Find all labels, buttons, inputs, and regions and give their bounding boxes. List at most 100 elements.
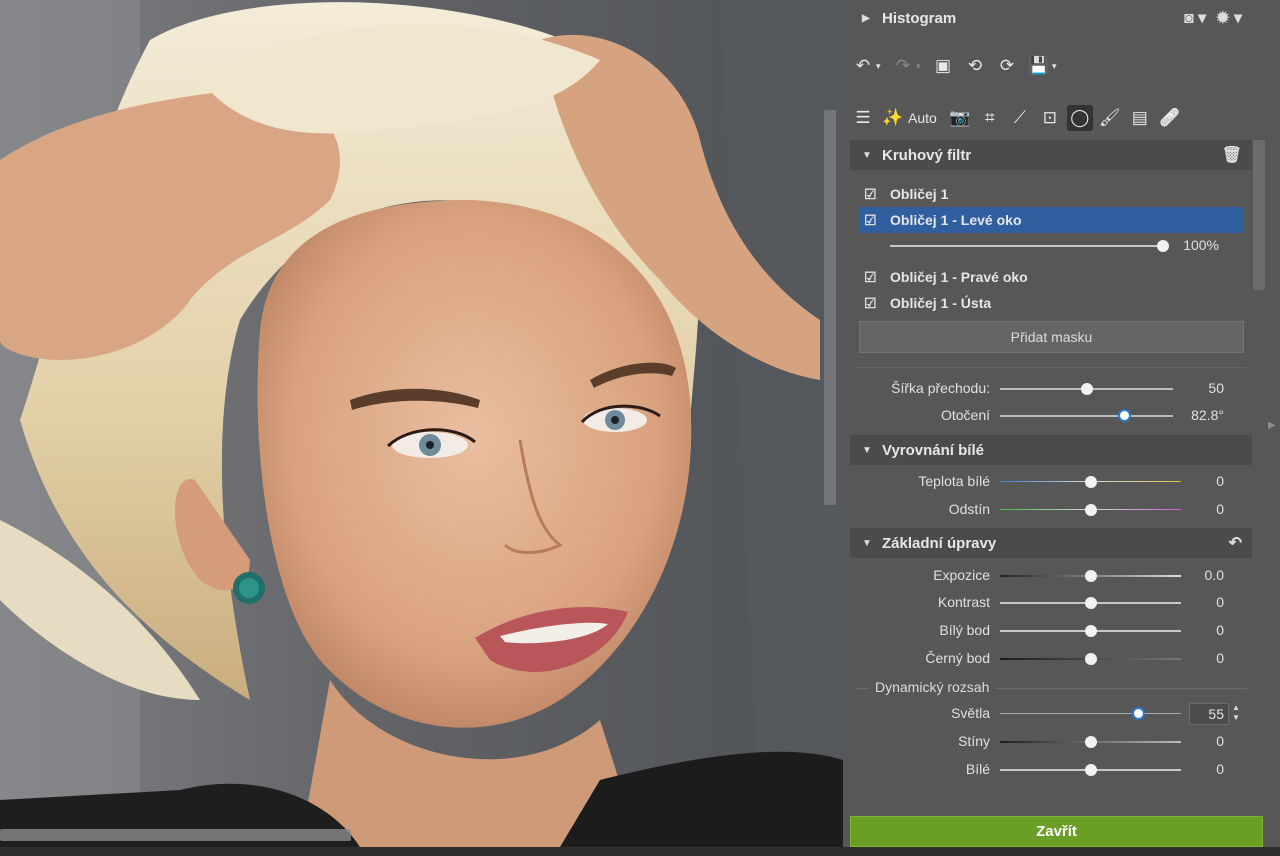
slider-track[interactable]: [1000, 713, 1181, 714]
slider-knob[interactable]: [1157, 240, 1169, 252]
mask-item[interactable]: ☑ Obličej 1: [859, 181, 1243, 207]
histogram-header[interactable]: ▶ Histogram ◙ ▾ ✹ ▾: [850, 3, 1252, 33]
whites-slider[interactable]: Bílé 0: [850, 759, 1252, 781]
redo-dropdown-icon[interactable]: ▾: [916, 61, 924, 72]
tint-slider[interactable]: Odstín 0: [850, 499, 1252, 521]
slider-value: 0: [1216, 761, 1224, 777]
slider-knob[interactable]: [1085, 597, 1097, 609]
save-dropdown-icon[interactable]: ▾: [1052, 61, 1060, 72]
slider-track[interactable]: [890, 245, 1163, 247]
exposure-filter-icon[interactable]: ⊡: [1037, 105, 1063, 131]
slider-track[interactable]: [1000, 415, 1173, 417]
collapse-icon: ▼: [862, 444, 872, 456]
slider-value: 0: [1216, 733, 1224, 749]
save-icon[interactable]: 💾: [1026, 53, 1052, 79]
mask-item[interactable]: ☑ Obličej 1 - Pravé oko: [859, 264, 1243, 290]
mask-item[interactable]: ☑ Obličej 1 - Ústa: [859, 290, 1243, 316]
opacity-value: 100%: [1183, 237, 1219, 253]
transition-width-slider[interactable]: Šířka přechodu: 50: [850, 378, 1252, 400]
trash-icon[interactable]: 🗑: [1222, 145, 1242, 165]
slider-knob[interactable]: [1085, 653, 1097, 665]
brush-icon[interactable]: 🖌: [1097, 105, 1123, 131]
divider: [995, 688, 1247, 689]
mask-label: Obličej 1 - Ústa: [890, 295, 992, 311]
white-balance-title: Vyrovnání bílé: [882, 441, 984, 459]
slider-label: Bílý bod: [939, 622, 990, 638]
slider-label: Otočení: [940, 407, 990, 423]
slider-knob[interactable]: [1132, 707, 1145, 720]
checkbox-icon[interactable]: ☑: [864, 270, 878, 284]
divider: [855, 367, 1247, 368]
expand-panel-icon[interactable]: ▶: [1268, 420, 1276, 431]
slider-value: 0: [1216, 473, 1224, 489]
slider-knob[interactable]: [1085, 625, 1097, 637]
undo-icon[interactable]: ↶: [850, 53, 876, 79]
temperature-slider[interactable]: Teplota bílé 0: [850, 471, 1252, 493]
brightness-icon[interactable]: ✹ ▾: [1216, 8, 1242, 28]
mask-item-selected[interactable]: ☑ Obličej 1 - Levé oko: [859, 207, 1243, 233]
reset-icon[interactable]: ↶: [1229, 533, 1242, 553]
radial-filter-title: Kruhový filtr: [882, 146, 972, 164]
dynamic-range-title: Dynamický rozsah: [875, 679, 990, 695]
camera-icon[interactable]: 📷: [947, 105, 973, 131]
history-toolbar: ↶ ▾ ↷ ▾ ▣ ⟲ ⟳ 💾 ▾: [850, 53, 1060, 79]
gradient-filter-icon[interactable]: ▤: [1127, 105, 1153, 131]
slider-knob[interactable]: [1118, 409, 1131, 422]
photo-canvas[interactable]: [0, 0, 843, 847]
slider-value: 82.8°: [1191, 407, 1224, 423]
slider-knob[interactable]: [1085, 570, 1097, 582]
slider-value: 50: [1208, 380, 1224, 396]
checkbox-icon[interactable]: ☑: [864, 213, 878, 227]
rotate-left-icon[interactable]: ⟲: [962, 53, 988, 79]
auto-wand-icon[interactable]: ✨: [880, 105, 906, 131]
redo-icon[interactable]: ↷: [890, 53, 916, 79]
white-balance-header[interactable]: ▼ Vyrovnání bílé: [850, 435, 1252, 465]
slider-label: Teplota bílé: [918, 473, 990, 489]
checkbox-icon[interactable]: ☑: [864, 296, 878, 310]
mask-label: Obličej 1: [890, 186, 949, 202]
highlights-value-input[interactable]: 55: [1189, 703, 1229, 725]
white-point-slider[interactable]: Bílý bod 0: [850, 620, 1252, 642]
slider-knob[interactable]: [1085, 476, 1097, 488]
tools-toolbar: ☰ ✨ Auto 📷 ⌗ ⟋ ⊡ ◯ 🖌 ▤ 🩹: [850, 105, 1183, 131]
histogram-title: Histogram: [882, 9, 957, 27]
healing-icon[interactable]: 🩹: [1157, 105, 1183, 131]
radial-filter-icon[interactable]: ◯: [1066, 105, 1093, 131]
add-mask-button[interactable]: Přidat masku: [859, 321, 1244, 353]
slider-label: Bílé: [965, 761, 990, 777]
expand-icon: ▶: [862, 12, 870, 24]
slider-knob[interactable]: [1085, 764, 1097, 776]
sliders-icon[interactable]: ☰: [850, 105, 876, 131]
slider-value: 0: [1216, 501, 1224, 517]
slider-knob[interactable]: [1085, 736, 1097, 748]
portrait-photo: [0, 0, 843, 847]
spinner-arrows-icon[interactable]: ▲ ▼: [1231, 703, 1241, 725]
slider-label: Stíny: [958, 733, 990, 749]
compare-image-icon[interactable]: ▣: [930, 53, 956, 79]
slider-label: Černý bod: [925, 650, 990, 666]
shadows-slider[interactable]: Stíny 0: [850, 731, 1252, 753]
checkbox-icon[interactable]: ☑: [864, 187, 878, 201]
panel-scrollbar[interactable]: [1253, 140, 1265, 290]
collapse-icon: ▼: [862, 149, 872, 161]
close-button[interactable]: Zavřít: [850, 816, 1263, 847]
photo-horizontal-scrollbar[interactable]: [0, 829, 351, 841]
black-point-slider[interactable]: Černý bod 0: [850, 648, 1252, 670]
undo-dropdown-icon[interactable]: ▾: [876, 61, 884, 72]
slider-knob[interactable]: [1081, 383, 1093, 395]
auto-label[interactable]: Auto: [908, 110, 937, 126]
basic-adjustments-header[interactable]: ▼ Základní úpravy ↶: [850, 528, 1252, 558]
slider-knob[interactable]: [1085, 504, 1097, 516]
rotate-right-icon[interactable]: ⟳: [994, 53, 1020, 79]
mask-opacity-slider[interactable]: 100%: [850, 235, 1252, 257]
radial-filter-header[interactable]: ▼ Kruhový filtr 🗑: [850, 140, 1252, 170]
crop-icon[interactable]: ⌗: [977, 105, 1003, 131]
slider-label: Expozice: [933, 567, 990, 583]
contrast-slider[interactable]: Kontrast 0: [850, 592, 1252, 614]
slider-value: 0.0: [1204, 567, 1224, 583]
photo-vertical-scrollbar[interactable]: [824, 110, 836, 505]
rotation-slider[interactable]: Otočení 82.8°: [850, 405, 1252, 427]
exposure-slider[interactable]: Expozice 0.0: [850, 565, 1252, 587]
camera-view-icon[interactable]: ◙ ▾: [1184, 8, 1206, 28]
perspective-icon[interactable]: ⟋: [1007, 105, 1033, 131]
